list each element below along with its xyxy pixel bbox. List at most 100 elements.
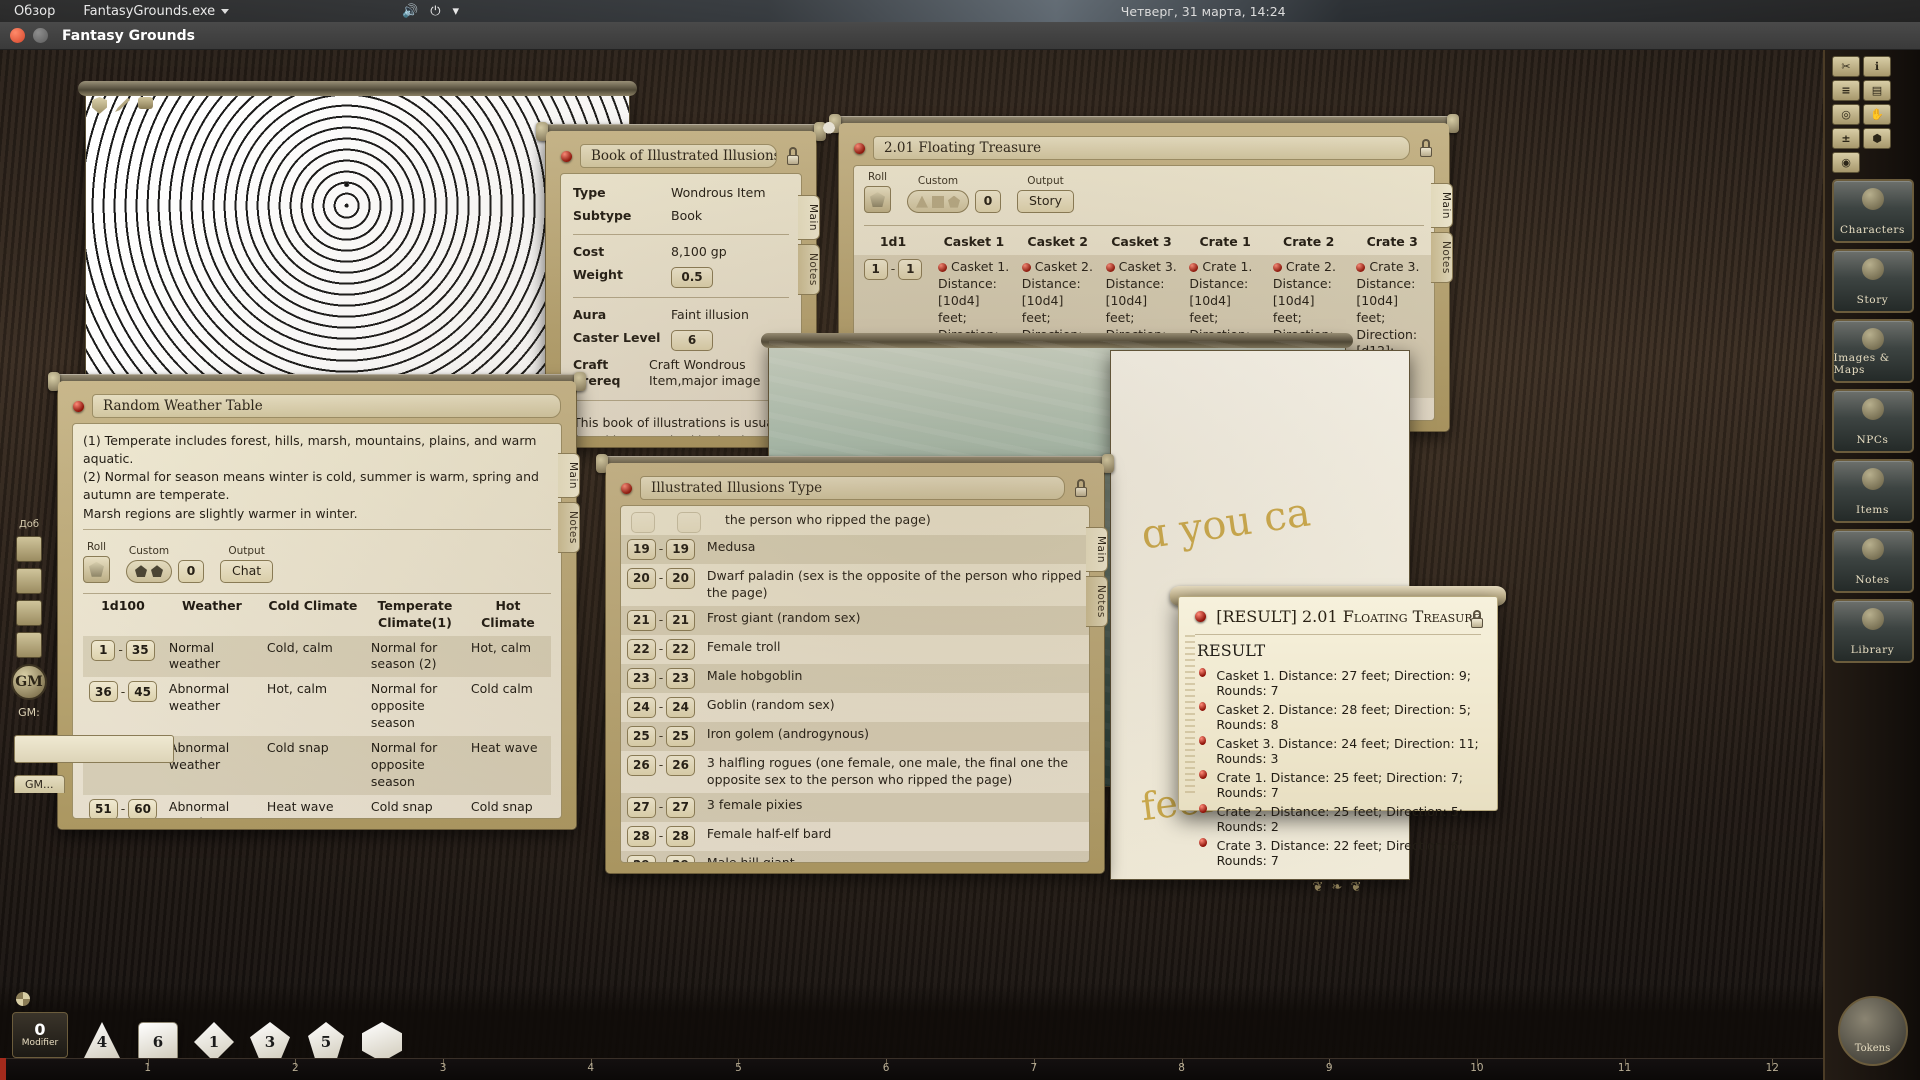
range-to[interactable]: 29 — [666, 855, 695, 864]
image-window-monster-art[interactable] — [85, 88, 630, 433]
range-to[interactable]: 45 — [128, 681, 157, 702]
window-floating-treasure[interactable]: 2.01 Floating Treasure Roll Custom — [838, 122, 1450, 432]
sidebar-tokens-button[interactable]: Tokens — [1838, 996, 1908, 1066]
pentagon-icon[interactable] — [151, 565, 163, 577]
range-from[interactable]: 20 — [627, 568, 656, 589]
range-from[interactable]: 21 — [627, 610, 656, 631]
record-dot-icon[interactable] — [621, 483, 632, 494]
cell-casket-3[interactable]: Casket 3. Distance: [10d4] feet; Directi… — [1100, 255, 1184, 398]
cell-casket-1[interactable]: Casket 1. Distance: [10d4] feet; Directi… — [932, 255, 1016, 398]
tab-notes[interactable]: Notes — [1086, 576, 1108, 627]
scissors-icon[interactable]: ✂ — [1832, 56, 1860, 77]
cell-crate-3[interactable]: Crate 3. Distance: [10d4] feet; Directio… — [1350, 255, 1434, 398]
plus-minus-icon[interactable]: ± — [1832, 128, 1860, 149]
range-from[interactable]: 1 — [91, 640, 115, 661]
os-clock[interactable]: Четверг, 31 марта, 14:24 — [1121, 4, 1286, 19]
list-item[interactable]: 20-20Dwarf paladin (sex is the opposite … — [621, 564, 1089, 606]
list-item[interactable]: 28-28Female half-elf bard — [621, 822, 1089, 851]
sidebar-item-library[interactable]: Library — [1832, 599, 1914, 663]
window-title-weather[interactable]: Random Weather Table — [92, 394, 561, 418]
roll-die-button[interactable] — [864, 186, 891, 213]
tab-main[interactable]: Main — [558, 453, 580, 498]
lock-icon[interactable] — [1073, 478, 1089, 498]
sidebar-item-characters[interactable]: Characters — [1832, 179, 1914, 243]
window-drag-handle[interactable] — [538, 124, 824, 139]
die-d12[interactable]: 5 — [306, 1022, 346, 1062]
range-from[interactable]: 28 — [627, 826, 656, 847]
lock-icon[interactable] — [785, 146, 801, 166]
tab-main[interactable]: Main — [1086, 527, 1108, 572]
die-d8[interactable]: 1 — [194, 1022, 234, 1062]
list-item[interactable]: 26-263 halfling rogues (one female, one … — [621, 751, 1089, 793]
sidebar-item-items[interactable]: Items — [1832, 459, 1914, 523]
range-to[interactable]: 23 — [666, 668, 695, 689]
window-drag-handle[interactable] — [598, 456, 1112, 471]
sidebar-item-npcs[interactable]: NPCs — [1832, 389, 1914, 453]
range-to[interactable]: 20 — [666, 568, 695, 589]
ring-icon[interactable]: ◉ — [1832, 152, 1860, 173]
lock-icon[interactable] — [1469, 609, 1485, 629]
range-from[interactable]: 27 — [627, 797, 656, 818]
dock-slot[interactable] — [16, 600, 42, 626]
record-dot-icon[interactable] — [854, 143, 865, 154]
range-to[interactable]: 35 — [126, 640, 155, 661]
caster-level-input[interactable]: 6 — [671, 330, 713, 351]
settings-star-icon[interactable] — [16, 992, 30, 1006]
shield-icon[interactable] — [92, 97, 107, 114]
window-drag-handle[interactable] — [50, 374, 584, 389]
range-from[interactable]: 24 — [627, 697, 656, 718]
range-to[interactable]: 21 — [666, 610, 695, 631]
range-from[interactable]: 26 — [627, 755, 656, 776]
modifier-box[interactable]: 0 Modifier — [12, 1012, 68, 1058]
pentagon-icon[interactable] — [948, 196, 960, 208]
tab-main[interactable]: Main — [1431, 183, 1453, 228]
die-d6[interactable]: 6 — [138, 1022, 178, 1062]
tab-notes[interactable]: Notes — [798, 244, 820, 295]
window-illustrated-illusions-type[interactable]: Illustrated Illusions Type the person wh… — [605, 462, 1105, 874]
range-from[interactable]: 23 — [627, 668, 656, 689]
target-icon[interactable]: ◎ — [1832, 104, 1860, 125]
list-item[interactable]: 22-22Female troll — [621, 635, 1089, 664]
tab-notes[interactable]: Notes — [558, 502, 580, 553]
gm-avatar[interactable]: GM — [11, 664, 47, 700]
cell-crate-1[interactable]: Crate 1. Distance: [10d4] feet; Directio… — [1183, 255, 1267, 398]
custom-modifier-input[interactable]: 0 — [178, 560, 204, 583]
pentagon-icon[interactable] — [135, 565, 147, 577]
triangle-icon[interactable] — [916, 196, 928, 208]
book-icon[interactable]: ▤ — [1863, 80, 1891, 101]
window-title-book[interactable]: Book of Illustrated Illusions — [580, 144, 777, 168]
record-dot-icon[interactable] — [1195, 611, 1206, 622]
range-to[interactable]: 25 — [666, 726, 695, 747]
os-app-menu[interactable]: FantasyGrounds.exe — [69, 4, 243, 19]
hand-icon[interactable]: ✋ — [1863, 104, 1891, 125]
range-from[interactable]: 22 — [627, 639, 656, 660]
sidebar-item-images-maps[interactable]: Images & Maps — [1832, 319, 1914, 383]
chat-tab-gm[interactable]: GM... — [14, 775, 65, 793]
square-icon[interactable] — [932, 196, 944, 208]
cell-casket-2[interactable]: Casket 2. Distance: [10d4] feet; Directi… — [1016, 255, 1100, 398]
sidebar-item-story[interactable]: Story — [1832, 249, 1914, 313]
list-icon[interactable]: ≡ — [1832, 80, 1860, 101]
window-title-illusions[interactable]: Illustrated Illusions Type — [640, 476, 1065, 500]
window-title-treasure[interactable]: 2.01 Floating Treasure — [873, 136, 1410, 160]
power-icon[interactable]: ⏻ — [430, 4, 440, 19]
die-d4[interactable]: 4 — [82, 1022, 122, 1062]
range-to[interactable]: 1 — [898, 259, 922, 280]
die-d10[interactable]: 3 — [250, 1022, 290, 1062]
range-from[interactable]: 36 — [89, 681, 118, 702]
output-target-button[interactable]: Story — [1017, 190, 1074, 213]
list-item[interactable]: 19-19Medusa — [621, 535, 1089, 564]
tab-notes[interactable]: Notes — [1431, 232, 1453, 283]
os-overview-button[interactable]: Обзор — [0, 4, 69, 19]
list-item[interactable]: 29-29Male hill giant — [621, 851, 1089, 864]
chevron-down-icon[interactable]: ▾ — [453, 4, 460, 19]
dock-slot[interactable] — [16, 536, 42, 562]
dice-icon[interactable]: ⬢ — [1863, 128, 1891, 149]
list-item[interactable]: 24-24Goblin (random sex) — [621, 693, 1089, 722]
chat-input[interactable] — [14, 735, 174, 763]
weight-input[interactable]: 0.5 — [671, 267, 713, 288]
tab-main[interactable]: Main — [798, 195, 820, 240]
custom-dice-picker[interactable] — [126, 560, 172, 583]
range-from[interactable]: 29 — [627, 855, 656, 864]
range-to[interactable]: 22 — [666, 639, 695, 660]
